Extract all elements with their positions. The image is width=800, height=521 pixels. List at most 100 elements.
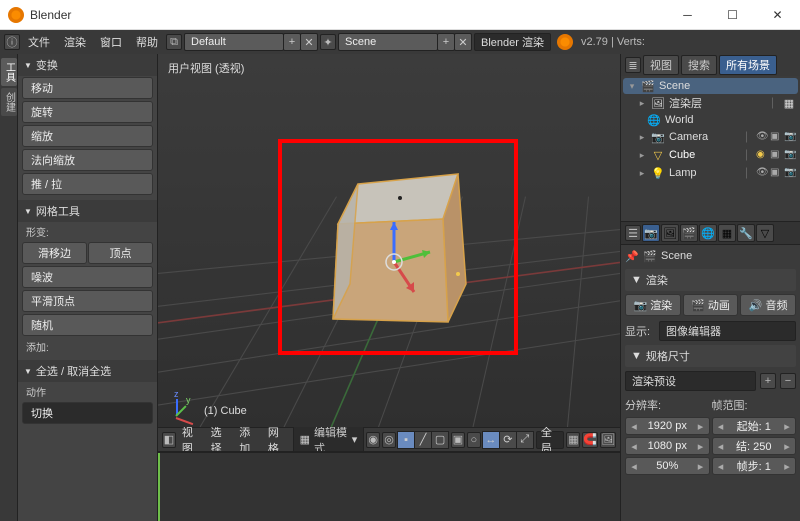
menu-window[interactable]: 窗口: [94, 32, 128, 52]
scene-add-button[interactable]: +: [437, 33, 455, 51]
tab-create[interactable]: 创建: [1, 88, 17, 116]
timeline-cursor[interactable]: [158, 453, 160, 521]
tool-push-pull[interactable]: 推 / 拉: [22, 173, 153, 195]
render-preview-icon[interactable]: 🖼: [600, 432, 616, 448]
frame-start-field[interactable]: ◂起始: 1▸: [712, 417, 797, 435]
props-tab-scene[interactable]: 🎬: [680, 224, 698, 242]
frame-step-field[interactable]: ◂帧步: 1▸: [712, 457, 797, 475]
display-dropdown[interactable]: 图像编辑器: [659, 321, 796, 341]
mesh-tools-panel-header[interactable]: ▼网格工具: [18, 200, 157, 222]
window-close-button[interactable]: ✕: [755, 0, 800, 30]
screen-layout-dropdown[interactable]: Default + ✕: [184, 33, 318, 51]
render-button[interactable]: 📷渲染: [625, 294, 681, 316]
dimensions-panel-header[interactable]: ▼规格尺寸: [625, 345, 796, 367]
menu-render[interactable]: 渲染: [58, 32, 92, 52]
anim-button[interactable]: 🎬动画: [683, 294, 739, 316]
editor-type-3d-icon[interactable]: ◧: [162, 432, 176, 448]
res-x-field[interactable]: ◂1920 px▸: [625, 417, 710, 435]
props-tab-object[interactable]: ▦: [718, 224, 736, 242]
select-all-panel-header[interactable]: ▼全选 / 取消全选: [18, 360, 157, 382]
scene-dropdown[interactable]: Scene + ✕: [338, 33, 472, 51]
menu-help[interactable]: 帮助: [130, 32, 164, 52]
pivot-icon[interactable]: ◎: [382, 432, 396, 448]
tool-randomize[interactable]: 随机: [22, 314, 153, 336]
preset-del-icon[interactable]: −: [780, 373, 796, 389]
properties-tabs: ☰ 📷 🖼 🎬 🌐 ▦ 🔧 ▽: [621, 221, 800, 245]
timeline-editor[interactable]: [158, 451, 620, 521]
window-minimize-button[interactable]: ─: [665, 0, 710, 30]
outliner-cube[interactable]: ▸ ▽ Cube｜ ◉▣📷: [621, 146, 800, 164]
props-tab-data[interactable]: ▽: [756, 224, 774, 242]
cursor-icon[interactable]: ▣: [770, 167, 782, 179]
prop-edit-icon[interactable]: ○: [467, 432, 481, 448]
vertex-select-icon[interactable]: ▪: [397, 431, 415, 449]
tab-tools[interactable]: 工具: [1, 58, 17, 86]
render-preset-dropdown[interactable]: 渲染预设: [625, 371, 756, 391]
cube-mesh[interactable]: [298, 144, 498, 344]
outliner-filter-all[interactable]: 所有场景: [719, 55, 777, 75]
frame-end-field[interactable]: ◂结: 250▸: [712, 437, 797, 455]
tool-edge-slide[interactable]: 滑移边: [22, 242, 87, 264]
outliner-world[interactable]: 🌐 World: [621, 112, 800, 128]
render-vis-icon[interactable]: 📷: [784, 131, 796, 143]
tool-scale[interactable]: 缩放: [22, 125, 153, 147]
tool-noise[interactable]: 噪波: [22, 266, 153, 288]
preset-add-icon[interactable]: +: [760, 373, 776, 389]
manipulator-toggle[interactable]: ↔ ⟳ ⤢: [483, 431, 534, 449]
cursor-icon[interactable]: ▣: [770, 149, 782, 161]
transform-panel-header[interactable]: ▼变换: [18, 54, 157, 76]
layers-icon[interactable]: ▦: [566, 432, 580, 448]
limit-visible-icon[interactable]: ▣: [451, 432, 465, 448]
cursor-icon[interactable]: ▣: [770, 131, 782, 143]
outliner-renderlayers[interactable]: ▸ 🖼 渲染层｜ ▦: [621, 94, 800, 112]
outliner-camera[interactable]: ▸ 📷 Camera｜ 👁▣📷: [621, 128, 800, 146]
select-mode-toggle[interactable]: ▪ ╱ ▢: [398, 431, 449, 449]
audio-button[interactable]: 🔊音频: [740, 294, 796, 316]
editor-type-icon[interactable]: ⓘ: [4, 34, 20, 50]
props-tab-layers[interactable]: 🖼: [661, 224, 679, 242]
manipulator-rotate-icon[interactable]: ⟳: [499, 431, 517, 449]
eye-icon[interactable]: 👁: [756, 131, 768, 143]
snap-icon[interactable]: 🧲: [582, 432, 598, 448]
props-editor-icon[interactable]: ☰: [625, 225, 641, 241]
viewport-shading-icon[interactable]: ◉: [366, 432, 380, 448]
outliner-lamp[interactable]: ▸ 💡 Lamp｜ 👁▣📷: [621, 164, 800, 182]
manipulator-translate-icon[interactable]: ↔: [482, 431, 500, 449]
window-maximize-button[interactable]: ☐: [710, 0, 755, 30]
props-tab-modifier[interactable]: 🔧: [737, 224, 755, 242]
eye-icon[interactable]: ◉: [756, 149, 768, 161]
props-tab-world[interactable]: 🌐: [699, 224, 717, 242]
layout-add-button[interactable]: +: [283, 33, 301, 51]
outliner-filter-view[interactable]: 视图: [643, 55, 679, 75]
edge-select-icon[interactable]: ╱: [414, 431, 432, 449]
tool-translate[interactable]: 移动: [22, 77, 153, 99]
scene-browse-icon[interactable]: ✦: [320, 34, 336, 50]
tool-smooth-vertex[interactable]: 平滑顶点: [22, 290, 153, 312]
action-value-dropdown[interactable]: 切换: [22, 402, 153, 424]
orientation-dropdown[interactable]: 全局: [536, 431, 565, 449]
3d-viewport[interactable]: 用户视图 (透视): [158, 54, 620, 427]
outliner-editor-icon[interactable]: ≣: [625, 57, 641, 73]
tool-vertex[interactable]: 顶点: [88, 242, 153, 264]
timeline-track[interactable]: [158, 452, 620, 521]
layout-del-button[interactable]: ✕: [300, 33, 318, 51]
tool-rotate[interactable]: 旋转: [22, 101, 153, 123]
render-panel-header[interactable]: ▼渲染: [625, 269, 796, 291]
props-tab-render[interactable]: 📷: [642, 224, 660, 242]
scene-del-button[interactable]: ✕: [454, 33, 472, 51]
back-to-prev-icon[interactable]: ⧉: [166, 34, 182, 50]
outliner-scene[interactable]: ▾ 🎬 Scene: [623, 78, 798, 94]
res-y-field[interactable]: ◂1080 px▸: [625, 437, 710, 455]
render-vis-icon[interactable]: 📷: [784, 167, 796, 179]
tool-shrink-fatten[interactable]: 法向缩放: [22, 149, 153, 171]
face-select-icon[interactable]: ▢: [431, 431, 449, 449]
eye-icon[interactable]: 👁: [756, 167, 768, 179]
outliner-filter-search[interactable]: 搜索: [681, 55, 717, 75]
pin-icon[interactable]: 📌: [625, 250, 639, 263]
res-pct-field[interactable]: ◂50%▸: [625, 457, 710, 475]
outliner[interactable]: ▾ 🎬 Scene ▸ 🖼 渲染层｜ ▦ 🌐 World ▸ 📷 Camera｜…: [621, 76, 800, 221]
menu-file[interactable]: 文件: [22, 32, 56, 52]
render-vis-icon[interactable]: 📷: [784, 149, 796, 161]
manipulator-scale-icon[interactable]: ⤢: [516, 431, 534, 449]
render-engine-dropdown[interactable]: Blender 渲染: [474, 33, 551, 51]
